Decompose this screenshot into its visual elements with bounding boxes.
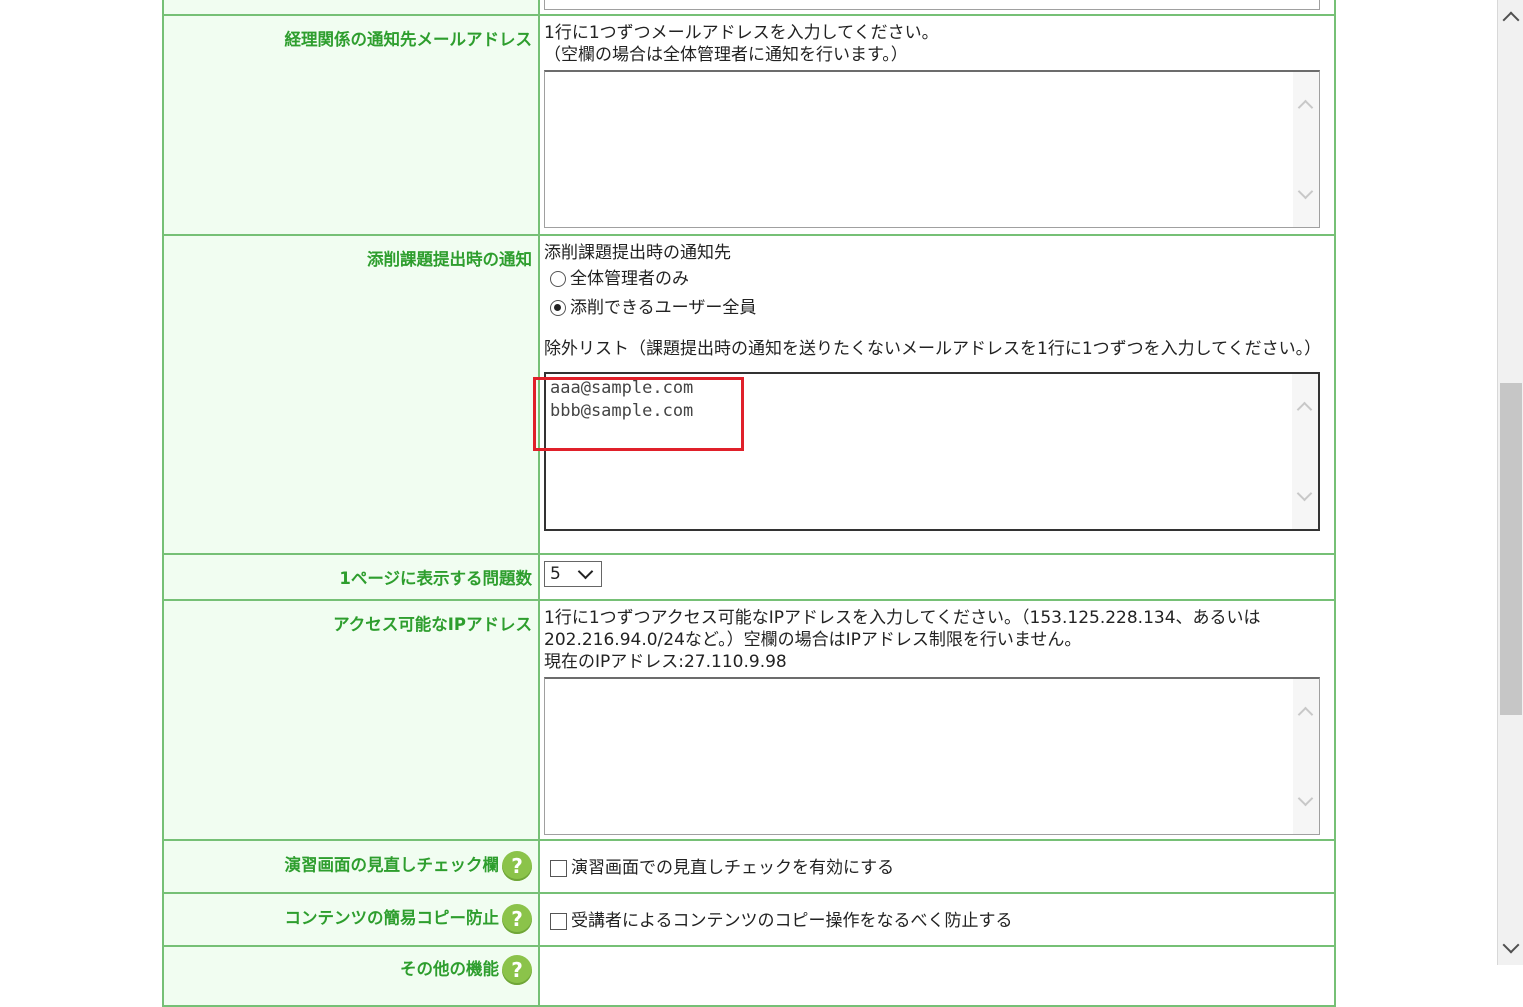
table-row: 演習画面の見直しチェック欄? 演習画面での見直しチェックを有効にする bbox=[162, 839, 1336, 894]
current-ip-address: 現在のIPアドレス:27.110.9.98 bbox=[544, 652, 787, 672]
review-check-label-cell: 演習画面の見直しチェック欄? bbox=[162, 839, 540, 894]
other-cell bbox=[538, 945, 1336, 1007]
radio-button[interactable] bbox=[550, 270, 566, 287]
radio-label: 全体管理者のみ bbox=[570, 268, 689, 289]
chevron-down-icon bbox=[1297, 790, 1314, 807]
table-row: 添削課題提出時の通知 添削課題提出時の通知先 全体管理者のみ 添削できるユーザー… bbox=[162, 234, 1336, 555]
exclude-list-label: 除外リスト（課題提出時の通知を送りたくないメールアドレスを1行に1つずつを入力し… bbox=[544, 339, 1322, 359]
assignment-notify-label: 添削課題提出時の通知 bbox=[162, 234, 540, 555]
previous-textarea[interactable] bbox=[544, 0, 1320, 10]
checkbox[interactable] bbox=[550, 912, 567, 930]
chevron-down-icon bbox=[1297, 183, 1314, 200]
table-row bbox=[162, 0, 1336, 16]
ip-access-desc: 1行に1つずつアクセス可能なIPアドレスを入力してください。（153.125.2… bbox=[544, 608, 1261, 628]
exclude-email: aaa@sample.com bbox=[550, 378, 694, 398]
textarea-scrollbar[interactable] bbox=[1292, 374, 1318, 529]
previous-row-value bbox=[538, 0, 1336, 16]
assignment-notify-cell: 添削課題提出時の通知先 全体管理者のみ 添削できるユーザー全員 除外リスト（課題… bbox=[538, 234, 1336, 555]
review-check-cell: 演習画面での見直しチェックを有効にする bbox=[538, 839, 1336, 894]
ip-access-label: アクセス可能なIPアドレス bbox=[162, 599, 540, 841]
ip-access-desc-2: 202.216.94.0/24など。）空欄の場合はIPアドレス制限を行いません。 bbox=[544, 630, 1082, 650]
copy-protect-cell: 受講者によるコンテンツのコピー操作をなるべく防止する bbox=[538, 892, 1336, 947]
help-icon[interactable]: ? bbox=[502, 955, 532, 985]
table-row: その他の機能? bbox=[162, 945, 1336, 1007]
chevron-down-icon bbox=[1296, 485, 1313, 502]
radio-label: 添削できるユーザー全員 bbox=[570, 297, 757, 318]
per-page-selected-value: 5 bbox=[550, 564, 561, 584]
chevron-down-icon bbox=[577, 563, 594, 579]
exclude-list-content: aaa@sample.com bbb@sample.com bbox=[550, 377, 693, 423]
per-page-label: 1ページに表示する問題数 bbox=[162, 553, 540, 601]
checkbox-label: 受講者によるコンテンツのコピー操作をなるべく防止する bbox=[571, 911, 1013, 931]
textarea-scrollbar[interactable] bbox=[1293, 679, 1319, 834]
finance-email-label: 経理関係の通知先メールアドレス bbox=[162, 14, 540, 236]
chevron-up-icon bbox=[1297, 706, 1314, 723]
radio-admin-only[interactable]: 全体管理者のみ bbox=[550, 264, 1323, 293]
chevron-up-icon bbox=[1296, 401, 1313, 418]
assignment-notify-title: 添削課題提出時の通知先 bbox=[544, 243, 731, 263]
finance-email-desc: 1行に1つずつメールアドレスを入力してください。 bbox=[544, 23, 939, 43]
per-page-cell: 5 bbox=[538, 553, 1336, 601]
previous-row-label bbox=[162, 0, 540, 16]
review-check-label: 演習画面の見直しチェック欄 bbox=[284, 855, 500, 875]
exclude-list-textarea[interactable]: aaa@sample.com bbb@sample.com bbox=[544, 372, 1320, 531]
settings-table: 経理関係の通知先メールアドレス 1行に1つずつメールアドレスを入力してください。… bbox=[162, 0, 1336, 1007]
copy-protect-label-cell: コンテンツの簡易コピー防止? bbox=[162, 892, 540, 947]
finance-email-textarea[interactable] bbox=[544, 70, 1320, 228]
exclude-email: bbb@sample.com bbox=[550, 401, 694, 421]
per-page-select[interactable]: 5 bbox=[544, 561, 602, 587]
ip-access-cell: 1行に1つずつアクセス可能なIPアドレスを入力してください。（153.125.2… bbox=[538, 599, 1336, 841]
help-icon[interactable]: ? bbox=[502, 904, 532, 934]
table-row: コンテンツの簡易コピー防止? 受講者によるコンテンツのコピー操作をなるべく防止す… bbox=[162, 892, 1336, 947]
table-row: 1ページに表示する問題数 5 bbox=[162, 553, 1336, 601]
radio-button[interactable] bbox=[550, 299, 566, 316]
radio-all-graders[interactable]: 添削できるユーザー全員 bbox=[550, 293, 1323, 322]
checkbox[interactable] bbox=[550, 859, 567, 877]
copy-protect-label: コンテンツの簡易コピー防止 bbox=[284, 908, 500, 928]
table-row: アクセス可能なIPアドレス 1行に1つずつアクセス可能なIPアドレスを入力してく… bbox=[162, 599, 1336, 841]
checkbox-label: 演習画面での見直しチェックを有効にする bbox=[571, 858, 895, 878]
finance-email-cell: 1行に1つずつメールアドレスを入力してください。 （空欄の場合は全体管理者に通知… bbox=[538, 14, 1336, 236]
other-label: その他の機能 bbox=[400, 959, 499, 979]
copy-protect-option[interactable]: 受講者によるコンテンツのコピー操作をなるべく防止する bbox=[550, 910, 1323, 932]
review-check-option[interactable]: 演習画面での見直しチェックを有効にする bbox=[550, 857, 1323, 879]
scrollbar-thumb[interactable] bbox=[1500, 383, 1522, 715]
scroll-up-arrow-icon[interactable] bbox=[1502, 11, 1520, 29]
table-row: 経理関係の通知先メールアドレス 1行に1つずつメールアドレスを入力してください。… bbox=[162, 14, 1336, 236]
other-label-cell: その他の機能? bbox=[162, 945, 540, 1007]
ip-access-textarea[interactable] bbox=[544, 677, 1320, 835]
finance-email-note: （空欄の場合は全体管理者に通知を行います。） bbox=[544, 45, 908, 65]
help-icon[interactable]: ? bbox=[502, 851, 532, 881]
textarea-scrollbar[interactable] bbox=[1293, 72, 1319, 227]
page-scrollbar[interactable] bbox=[1497, 0, 1523, 965]
chevron-up-icon bbox=[1297, 99, 1314, 116]
scroll-down-arrow-icon[interactable] bbox=[1502, 936, 1520, 954]
